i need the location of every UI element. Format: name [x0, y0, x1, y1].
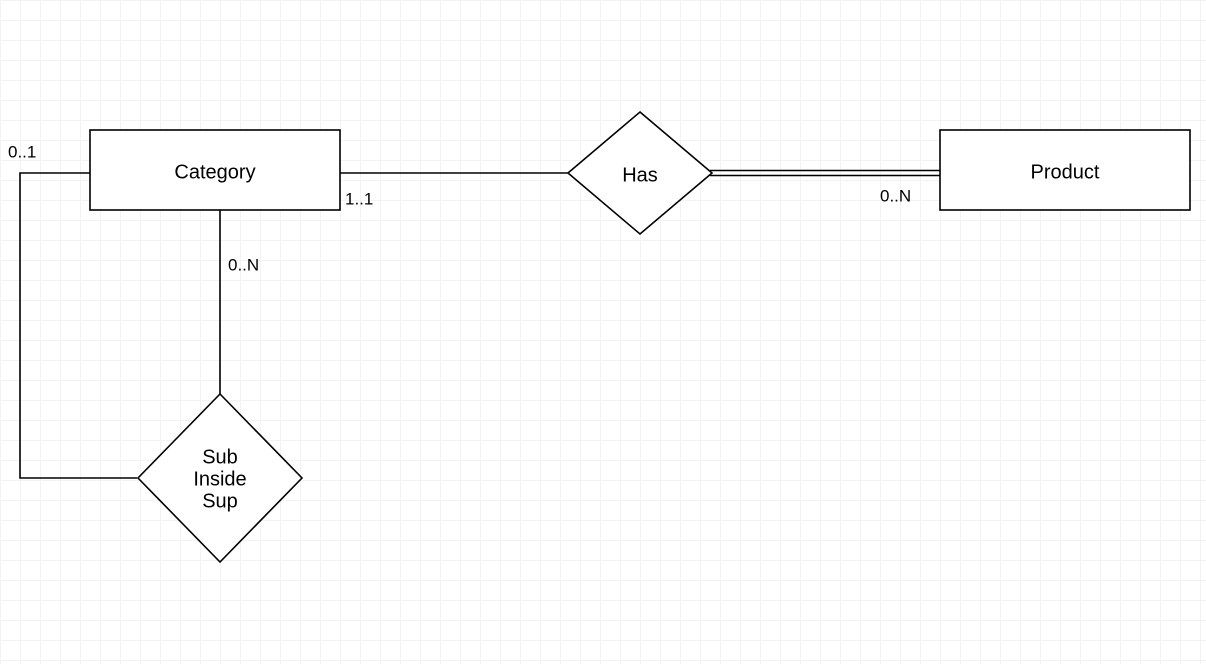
relationship-has-label: Has — [622, 164, 658, 186]
er-diagram-canvas: 1..1 0..N 0..N 0..1 Category Product Has… — [0, 0, 1206, 664]
entity-category-label: Category — [174, 161, 255, 183]
entity-product-label: Product — [1031, 161, 1100, 183]
relationship-sub-label-line3: Sup — [202, 490, 238, 512]
cardinality-sub-to-category: 0..1 — [8, 142, 36, 161]
cardinality-category-to-has: 1..1 — [345, 189, 373, 208]
er-diagram-svg: 1..1 0..N 0..N 0..1 Category Product Has… — [0, 0, 1206, 664]
relationship-has[interactable]: Has — [568, 112, 712, 234]
relationship-sub-inside-sup[interactable]: Sub Inside Sup — [138, 394, 302, 562]
entity-category[interactable]: Category — [90, 130, 340, 210]
relationship-sub-label-line2: Inside — [193, 468, 246, 490]
entity-product[interactable]: Product — [940, 130, 1190, 210]
edge-sub-to-category-loop — [20, 173, 137, 478]
relationship-sub-label-line1: Sub — [202, 446, 238, 468]
cardinality-category-to-sub: 0..N — [228, 255, 259, 274]
cardinality-has-to-product: 0..N — [880, 186, 911, 205]
